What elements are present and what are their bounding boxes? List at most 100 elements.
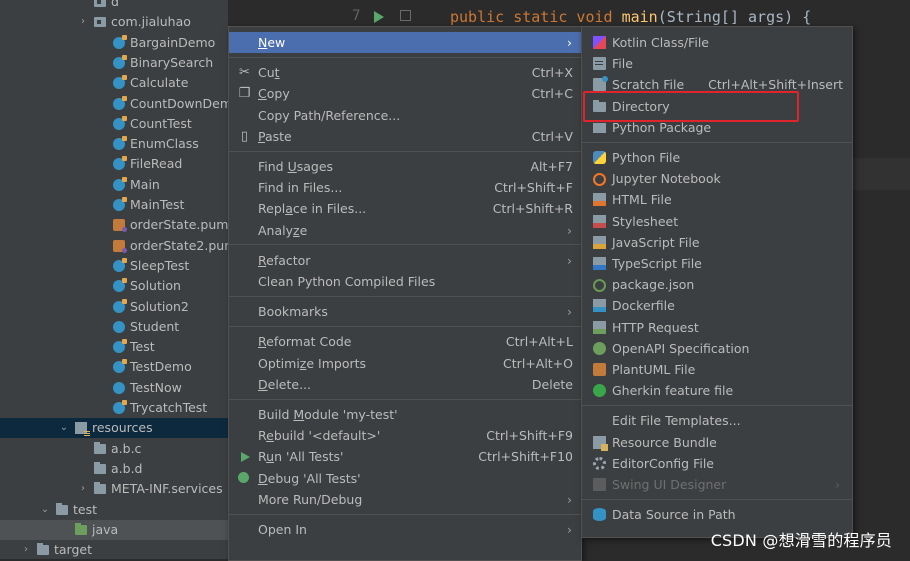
collapse-arrow-icon[interactable]: ⌄ bbox=[39, 500, 51, 520]
tree-item[interactable]: SleepTest bbox=[0, 256, 228, 276]
context-menu-item[interactable]: Rebuild '<default>' Ctrl+Shift+F9 bbox=[229, 425, 581, 446]
tree-item[interactable]: TestDemo bbox=[0, 357, 228, 377]
tree-item[interactable]: ⌄ resources bbox=[0, 418, 228, 439]
new-submenu-item[interactable]: HTML File bbox=[582, 189, 852, 210]
new-submenu-item[interactable]: Resource Bundle bbox=[582, 432, 852, 453]
tree-item[interactable]: TestNow bbox=[0, 378, 228, 398]
new-submenu-item[interactable]: Kotlin Class/File bbox=[582, 32, 852, 53]
new-submenu-item[interactable]: Edit File Templates... bbox=[582, 410, 852, 431]
context-menu-item[interactable]: Build Module 'my-test' bbox=[229, 404, 581, 425]
tree-item[interactable]: Solution2 bbox=[0, 297, 228, 317]
tree-item[interactable]: TrycatchTest bbox=[0, 398, 228, 418]
new-submenu-item[interactable]: File bbox=[582, 53, 852, 74]
tree-item-label: TestNow bbox=[130, 379, 182, 395]
new-submenu-item[interactable]: Gherkin feature file bbox=[582, 380, 852, 401]
tree-item[interactable]: FileRead bbox=[0, 154, 228, 174]
context-menu-item[interactable]: Open In › bbox=[229, 519, 581, 540]
tree-item[interactable]: java bbox=[0, 519, 228, 540]
tree-item[interactable]: Solution bbox=[0, 276, 228, 296]
expand-arrow-icon[interactable]: › bbox=[20, 540, 32, 559]
tree-item-label: FileRead bbox=[130, 156, 183, 172]
context-menu-item[interactable]: Replace in Files... Ctrl+Shift+R bbox=[229, 198, 581, 219]
context-menu-item[interactable]: ▯ Paste Ctrl+V bbox=[229, 126, 581, 147]
context-menu-item[interactable]: Debug 'All Tests' bbox=[229, 468, 581, 489]
folder-icon bbox=[94, 461, 106, 474]
tree-item-label: Solution2 bbox=[130, 298, 189, 314]
expand-arrow-icon[interactable]: › bbox=[77, 12, 89, 32]
new-submenu-item[interactable]: Stylesheet bbox=[582, 211, 852, 232]
annotation-highlight-box bbox=[583, 91, 799, 122]
menu-item-label: Copy Path/Reference... bbox=[258, 107, 401, 123]
test-source-folder-icon bbox=[75, 522, 87, 535]
menu-item-label: Build Module 'my-test' bbox=[258, 407, 398, 422]
tree-item[interactable]: › target bbox=[0, 540, 228, 559]
context-menu-item[interactable]: ❐ Copy Ctrl+C bbox=[229, 83, 581, 104]
context-menu-item[interactable]: Reformat Code Ctrl+Alt+L bbox=[229, 331, 581, 352]
code-keywords: public static void bbox=[450, 8, 622, 26]
menu-item-label: Data Source in Path bbox=[612, 507, 736, 523]
context-menu-item[interactable]: Run 'All Tests' Ctrl+Shift+F10 bbox=[229, 446, 581, 467]
fold-icon[interactable] bbox=[400, 10, 411, 21]
tree-item[interactable]: MainTest bbox=[0, 195, 228, 215]
folder-icon bbox=[56, 502, 68, 515]
tree-item[interactable]: orderState.puml bbox=[0, 215, 228, 235]
new-submenu-item[interactable]: Data Source in Path bbox=[582, 504, 852, 525]
editor-highlight-band bbox=[848, 158, 910, 190]
context-menu-item[interactable]: ✂ Cut Ctrl+X bbox=[229, 62, 581, 83]
tree-item[interactable]: orderState2.puml bbox=[0, 236, 228, 256]
context-menu-item[interactable]: Find in Files... Ctrl+Shift+F bbox=[229, 177, 581, 198]
tree-item[interactable]: Main bbox=[0, 175, 228, 195]
tree-item[interactable]: BinarySearch bbox=[0, 53, 228, 73]
menu-item-shortcut: Ctrl+Shift+R bbox=[492, 201, 573, 217]
new-submenu-item[interactable]: TypeScript File bbox=[582, 253, 852, 274]
context-menu-item[interactable]: Analyze › bbox=[229, 220, 581, 241]
context-menu-item[interactable]: Clean Python Compiled Files bbox=[229, 271, 581, 292]
context-menu-item[interactable]: Optimize Imports Ctrl+Alt+O bbox=[229, 353, 581, 374]
tree-item-label: SleepTest bbox=[130, 257, 190, 273]
tree-item[interactable]: Student bbox=[0, 317, 228, 337]
new-submenu-item[interactable]: JavaScript File bbox=[582, 232, 852, 253]
collapse-arrow-icon[interactable]: ⌄ bbox=[58, 418, 70, 438]
tree-item[interactable]: a.b.d bbox=[0, 459, 228, 479]
tree-item[interactable]: ⌄ test bbox=[0, 500, 228, 520]
tree-item[interactable]: BargainDemo bbox=[0, 33, 228, 53]
tree-item[interactable]: d bbox=[0, 0, 228, 12]
tree-item[interactable]: CountTest bbox=[0, 114, 228, 134]
menu-item-label: File bbox=[612, 56, 633, 72]
context-menu-item[interactable]: Delete... Delete bbox=[229, 374, 581, 395]
tree-item[interactable]: CountDownDemo bbox=[0, 94, 228, 114]
code-line[interactable]: public static void main(String[] args) { bbox=[450, 8, 811, 26]
new-submenu-item[interactable]: PlantUML File bbox=[582, 359, 852, 380]
tree-item[interactable]: › META-INF.services bbox=[0, 479, 228, 499]
tree-item[interactable]: Test bbox=[0, 337, 228, 357]
docker-icon bbox=[593, 299, 606, 313]
context-menu-item[interactable]: Refactor › bbox=[229, 250, 581, 271]
java-class-runnable-icon bbox=[113, 339, 127, 354]
new-submenu-item[interactable]: HTTP Request bbox=[582, 317, 852, 338]
tree-item-label: Student bbox=[130, 318, 180, 334]
new-submenu-item[interactable]: Jupyter Notebook bbox=[582, 168, 852, 189]
paste-icon: ▯ bbox=[240, 128, 249, 144]
menu-item-shortcut: Ctrl+Shift+F10 bbox=[478, 449, 573, 465]
code-rest: (String[] args) { bbox=[657, 8, 812, 26]
tree-item[interactable]: Calculate bbox=[0, 73, 228, 93]
tree-item[interactable]: a.b.c bbox=[0, 439, 228, 459]
menu-item-label: Open In bbox=[258, 522, 307, 537]
context-menu-item[interactable]: Copy Path/Reference... bbox=[229, 105, 581, 126]
tree-item[interactable]: › com.jialuhao bbox=[0, 12, 228, 32]
run-gutter-icon[interactable] bbox=[374, 11, 384, 23]
new-submenu-item[interactable]: Dockerfile bbox=[582, 295, 852, 316]
menu-item-shortcut: Ctrl+Shift+F9 bbox=[486, 428, 573, 444]
tree-item-label: MainTest bbox=[130, 197, 185, 212]
context-menu-item[interactable]: New › bbox=[229, 32, 581, 53]
tree-item[interactable]: EnumClass bbox=[0, 134, 228, 154]
context-menu-item[interactable]: Find Usages Alt+F7 bbox=[229, 156, 581, 177]
new-submenu-item[interactable]: EditorConfig File bbox=[582, 453, 852, 474]
context-menu-item[interactable]: More Run/Debug › bbox=[229, 489, 581, 510]
context-menu-item[interactable]: Bookmarks › bbox=[229, 301, 581, 322]
new-submenu-item[interactable]: package.json bbox=[582, 274, 852, 295]
new-submenu-item[interactable]: Python File bbox=[582, 147, 852, 168]
tree-item-label: BargainDemo bbox=[130, 34, 216, 50]
expand-arrow-icon[interactable]: › bbox=[77, 479, 89, 499]
new-submenu-item[interactable]: OpenAPI Specification bbox=[582, 338, 852, 359]
